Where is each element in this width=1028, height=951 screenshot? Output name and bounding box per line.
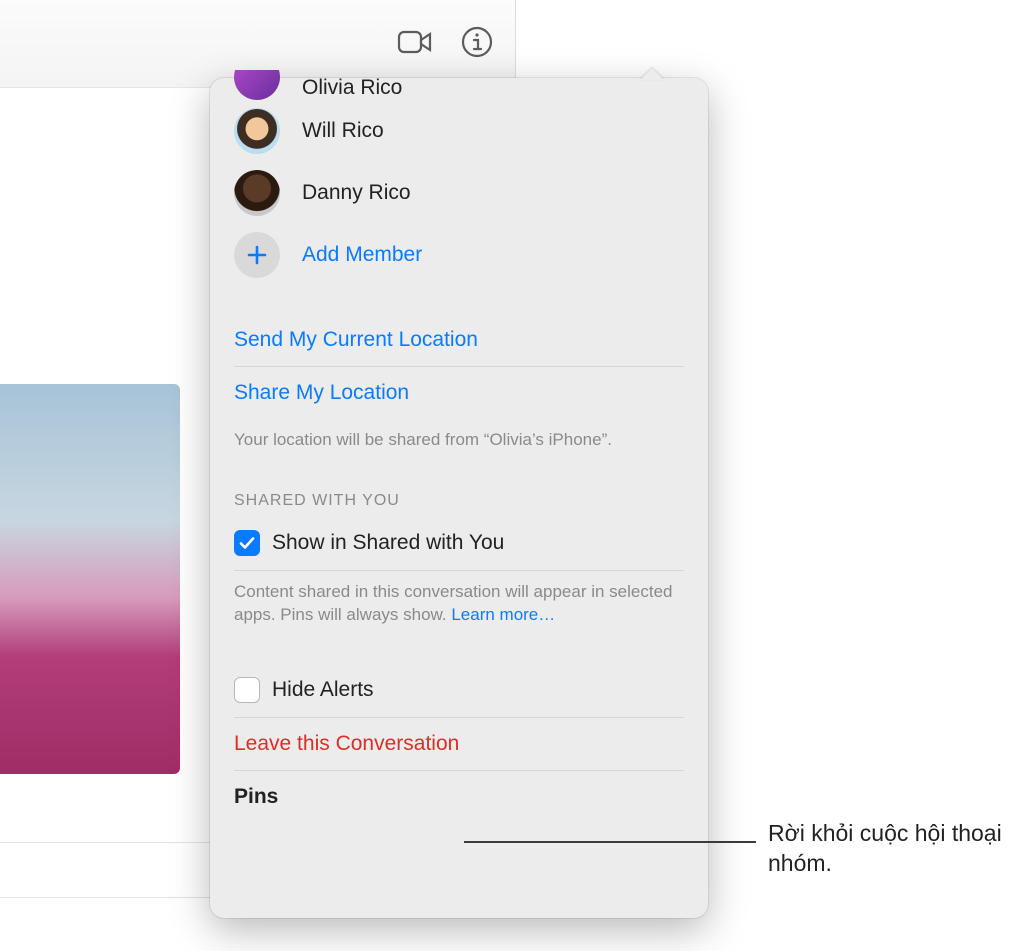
checkmark-icon [238,534,256,552]
learn-more-link[interactable]: Learn more… [451,605,555,624]
plus-icon [234,232,280,278]
add-member-label: Add Member [302,243,422,267]
checkbox-label: Hide Alerts [272,678,374,702]
checkbox-icon [234,677,260,703]
shared-with-you-hint: Content shared in this conversation will… [234,571,684,631]
member-name: Olivia Rico [302,76,402,100]
member-row[interactable]: Will Rico [234,100,684,162]
shared-with-you-header: SHARED WITH YOU [234,456,684,520]
hide-alerts-checkbox[interactable]: Hide Alerts [234,667,684,717]
avatar [234,170,280,216]
add-member-button[interactable]: Add Member [234,224,684,286]
show-in-shared-with-you-checkbox[interactable]: Show in Shared with You [234,520,684,570]
avatar [234,108,280,154]
member-row[interactable]: Danny Rico [234,162,684,224]
member-name: Danny Rico [302,181,411,205]
send-current-location-link[interactable]: Send My Current Location [234,314,684,366]
checkbox-label: Show in Shared with You [272,531,504,555]
checkbox-icon [234,530,260,556]
video-icon [397,24,433,60]
member-row[interactable]: Olivia Rico [234,70,684,100]
info-icon [459,24,495,60]
details-info-button[interactable] [457,22,497,62]
pins-section-header: Pins [234,771,684,809]
leave-conversation-button[interactable]: Leave this Conversation [234,718,684,770]
background-photo [0,384,180,774]
member-name: Will Rico [302,119,384,143]
share-my-location-link[interactable]: Share My Location [234,367,684,419]
details-popover: Olivia Rico Will Rico Danny Rico Add Mem… [210,78,708,918]
share-location-hint: Your location will be shared from “Olivi… [234,419,684,456]
video-call-button[interactable] [395,22,435,62]
callout-leader-line [464,841,756,843]
avatar [234,70,280,100]
callout-text: Rời khỏi cuộc hội thoại nhóm. [768,818,1016,879]
